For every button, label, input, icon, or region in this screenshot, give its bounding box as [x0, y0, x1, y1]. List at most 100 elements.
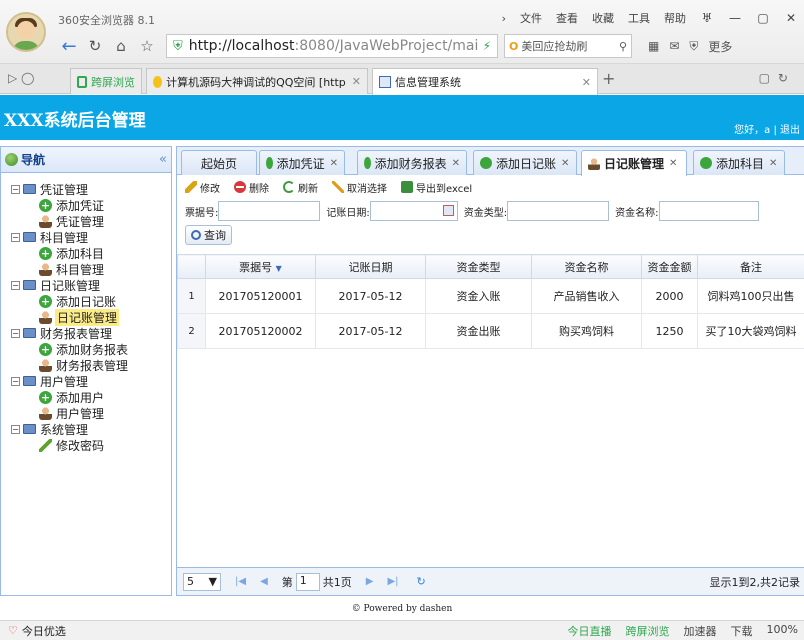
search-box[interactable]: O 美回应抢劫刷 ⚲ [504, 34, 632, 58]
menu-favorites[interactable]: 收藏 [592, 10, 614, 26]
tree-item-user-mgmt[interactable]: 用户管理 [1, 405, 171, 421]
minus-icon[interactable]: − [11, 280, 20, 290]
tree-group-report[interactable]: − 财务报表管理 [1, 325, 171, 341]
search-button[interactable]: 查询 [185, 225, 232, 245]
lightning-icon[interactable]: ⚡ [483, 39, 491, 53]
table-row[interactable]: 2 201705120002 2017-05-12 资金出账 购买鸡饲料 125… [177, 313, 804, 349]
column-header-date[interactable]: 记账日期 [315, 254, 426, 279]
page-number-input[interactable]: 1 [295, 572, 320, 591]
column-header-note[interactable]: 备注 [697, 254, 804, 279]
close-tab-icon[interactable]: ✕ [582, 76, 591, 89]
sidebar-toggle-icon[interactable]: ▷ ◯ [8, 71, 34, 85]
url-text[interactable]: http://localhost:8080/JavaWebProject/mai… [189, 38, 479, 54]
security-icon[interactable]: ⛨ [689, 39, 698, 54]
date-input[interactable] [369, 201, 458, 221]
mail-icon[interactable]: ✉ [669, 39, 679, 53]
last-page-icon[interactable]: ▶| [387, 576, 398, 587]
close-icon[interactable]: ✕ [452, 158, 460, 169]
status-download[interactable]: 下载 [731, 623, 753, 639]
tree-item-change-password[interactable]: 修改密码 [1, 437, 171, 453]
browser-avatar-icon[interactable] [6, 12, 46, 52]
menu-view[interactable]: 查看 [556, 10, 578, 26]
tree-group-user[interactable]: − 用户管理 [1, 373, 171, 389]
tab-add-journal[interactable]: 添加日记账 ✕ [473, 150, 577, 175]
tree-item-report-mgmt[interactable]: 财务报表管理 [1, 357, 171, 373]
tree-group-voucher[interactable]: − 凭证管理 [1, 181, 171, 197]
next-page-icon[interactable]: ▶ [366, 576, 374, 587]
tree-item-voucher-mgmt[interactable]: 凭证管理 [1, 213, 171, 229]
skin-icon[interactable]: ♅ [700, 11, 714, 25]
browser-tab-crossscreen[interactable]: 跨屏浏览 [70, 68, 142, 94]
tree-item-add-report[interactable]: + 添加财务报表 [1, 341, 171, 357]
close-icon[interactable]: ✕ [769, 158, 777, 169]
tree-item-add-user[interactable]: + 添加用户 [1, 389, 171, 405]
column-header-type[interactable]: 资金类型 [425, 254, 532, 279]
search-text[interactable]: 美回应抢劫刷 [521, 38, 587, 54]
tab-start[interactable]: 起始页 [181, 150, 257, 175]
delete-button[interactable]: 删除 [234, 180, 269, 195]
tree-group-journal[interactable]: − 日记账管理 [1, 277, 171, 293]
user-welcome[interactable]: 您好，a | 退出 [734, 121, 800, 136]
browser-tab-qq[interactable]: 计算机源码大神调试的QQ空间 [http ✕ [146, 68, 368, 94]
column-header-name[interactable]: 资金名称 [531, 254, 642, 279]
table-row[interactable]: 1 201705120001 2017-05-12 资金入账 产品销售收入 20… [177, 278, 804, 314]
status-live[interactable]: 今日直播 [568, 623, 612, 639]
tree-item-subject-mgmt[interactable]: 科目管理 [1, 261, 171, 277]
tree-group-system[interactable]: − 系统管理 [1, 421, 171, 437]
tab-add-voucher[interactable]: 添加凭证 ✕ [259, 150, 345, 175]
tree-item-add-subject[interactable]: + 添加科目 [1, 245, 171, 261]
address-bar[interactable]: ⛨ http://localhost:8080/JavaWebProject/m… [166, 34, 498, 58]
status-crossscreen[interactable]: 跨屏浏览 [626, 623, 670, 639]
refresh-button[interactable]: 刷新 [283, 180, 318, 195]
minus-icon[interactable]: − [11, 376, 20, 386]
minus-icon[interactable]: − [11, 232, 20, 242]
tab-add-report[interactable]: 添加财务报表 ✕ [357, 150, 467, 175]
menu-file[interactable]: 文件 [520, 10, 542, 26]
close-tab-icon[interactable]: ✕ [352, 75, 361, 88]
first-page-icon[interactable]: |◀ [235, 576, 246, 587]
collapse-icon[interactable]: « [159, 152, 167, 167]
apps-icon[interactable]: ▦ [648, 39, 659, 53]
minus-icon[interactable]: − [11, 424, 20, 434]
tree-group-subject[interactable]: − 科目管理 [1, 229, 171, 245]
fund-name-input[interactable] [658, 201, 759, 221]
new-tab-icon[interactable]: + [602, 69, 615, 88]
minus-icon[interactable]: − [11, 184, 20, 194]
close-icon[interactable]: ✕ [669, 158, 677, 169]
column-header-bill[interactable]: 票据号 ▼ [205, 254, 316, 279]
menu-help[interactable]: 帮助 [664, 10, 686, 26]
status-today-picks[interactable]: 今日优选 [22, 623, 66, 639]
close-window-button[interactable]: ✕ [784, 11, 798, 25]
column-header-amount[interactable]: 资金金额 [641, 254, 698, 279]
fund-type-input[interactable] [507, 201, 610, 221]
search-icon[interactable]: ⚲ [619, 40, 627, 53]
calendar-icon[interactable] [442, 205, 454, 216]
reload-icon[interactable]: ↻ [417, 575, 426, 588]
browser-tab-app[interactable]: 信息管理系统 ✕ [372, 68, 598, 95]
tab-add-subject[interactable]: 添加科目 ✕ [693, 150, 785, 175]
close-icon[interactable]: ✕ [330, 158, 338, 169]
home-icon[interactable]: ⌂ [110, 35, 132, 57]
star-icon[interactable]: ☆ [136, 35, 158, 57]
tab-tools-icon[interactable]: ▢↻ [759, 71, 796, 85]
more-button[interactable]: 更多 [708, 38, 732, 55]
menu-tools[interactable]: 工具 [628, 10, 650, 26]
maximize-button[interactable]: ▢ [756, 11, 770, 25]
minimize-button[interactable]: — [728, 11, 742, 25]
reload-icon[interactable]: ↻ [84, 35, 106, 57]
export-excel-button[interactable]: 导出到excel [401, 180, 472, 195]
tab-journal-mgmt[interactable]: 日记账管理 ✕ [581, 150, 687, 176]
close-icon[interactable]: ✕ [561, 158, 569, 169]
page-size-select[interactable]: 5 ▼ [183, 572, 221, 591]
status-accelerator[interactable]: 加速器 [684, 623, 717, 639]
prev-page-icon[interactable]: ◀ [260, 576, 268, 587]
tree-item-add-voucher[interactable]: + 添加凭证 [1, 197, 171, 213]
tree-item-journal-mgmt[interactable]: 日记账管理 [1, 308, 171, 326]
bill-no-input[interactable] [218, 201, 321, 221]
minus-icon[interactable]: − [11, 328, 20, 338]
cancel-select-button[interactable]: 取消选择 [332, 180, 387, 195]
back-arrow-icon[interactable]: ← [58, 35, 80, 57]
status-zoom[interactable]: 100% [767, 623, 798, 639]
tree-item-add-journal[interactable]: + 添加日记账 [1, 293, 171, 309]
edit-button[interactable]: 修改 [185, 180, 220, 195]
